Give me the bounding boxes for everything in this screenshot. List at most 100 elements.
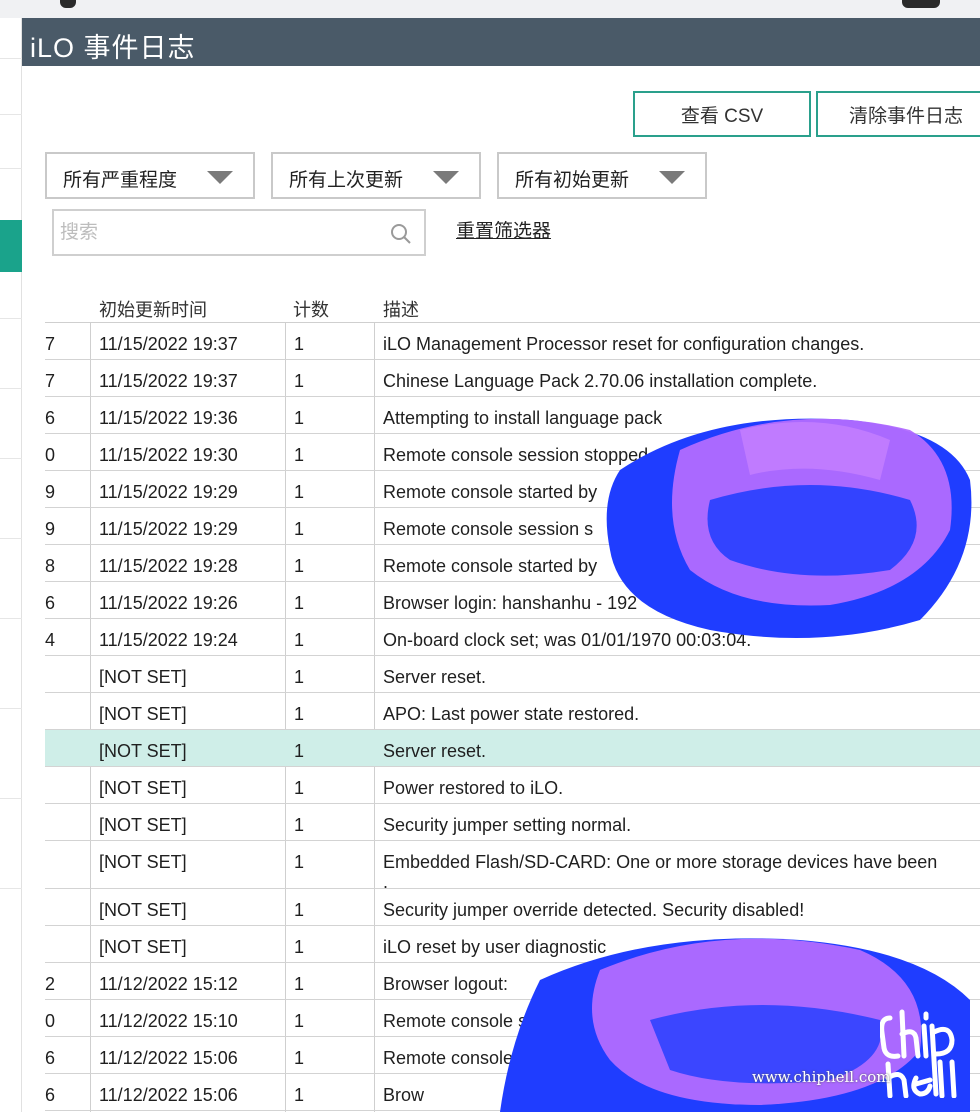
view-csv-button[interactable]: 查看 CSV — [633, 91, 811, 137]
column-header-initial-update[interactable]: 初始更新时间 — [99, 296, 207, 322]
column-header-count[interactable]: 计数 — [293, 296, 329, 322]
clear-event-log-button[interactable]: 清除事件日志 — [816, 91, 980, 137]
count-cell: 1 — [294, 852, 305, 872]
page-titlebar: iLO 事件日志 — [22, 18, 980, 66]
table-row[interactable]: [NOT SET] 1 APO: Last power state restored… — [45, 693, 980, 730]
count-cell: 1 — [294, 704, 305, 724]
description-cell: Remote console started — [383, 1048, 574, 1068]
row-id-cell: 6 — [45, 1085, 56, 1105]
description-cell: Browser logout: — [383, 974, 509, 994]
description-cell: Security jumper override detected. Secur… — [383, 900, 805, 920]
table-row[interactable]: [NOT SET] 1 Server reset. — [45, 656, 980, 693]
count-cell: 1 — [294, 741, 305, 761]
table-row[interactable]: [NOT SET] 1 iLO reset by user diagnostic — [45, 926, 980, 963]
initial-update-cell: 11/12/2022 15:12 — [99, 974, 238, 994]
top-edge-mark — [902, 0, 940, 8]
row-id-cell: 7 — [45, 371, 56, 391]
dropdown-arrow-icon — [207, 171, 233, 184]
table-row[interactable]: 2 11/12/2022 15:12 1 Browser logout: — [45, 963, 980, 1000]
search-box — [52, 209, 426, 256]
table-row[interactable]: 9 11/15/2022 19:29 1 Remote console started… — [45, 471, 980, 508]
initial-update-cell: 11/15/2022 19:37 — [99, 371, 238, 391]
table-row[interactable]: 6 11/15/2022 19:26 1 Browser login: hanshan… — [45, 582, 980, 619]
reset-filters-link[interactable]: 重置筛选器 — [456, 216, 551, 243]
description-cell: Chinese Language Pack 2.70.06 installati… — [383, 371, 818, 391]
table-row[interactable]: [NOT SET] 1 Embedded Flash/SD-CARD: One or… — [45, 841, 980, 892]
severity-filter-label: 所有严重程度 — [63, 170, 178, 191]
column-header-description[interactable]: 描述 — [383, 296, 419, 322]
table-row[interactable]: 7 11/15/2022 19:37 1 Chinese Language Pack … — [45, 360, 980, 397]
table-row[interactable]: 9 11/15/2022 19:29 1 Remote console session… — [45, 508, 980, 545]
initial-update-cell: [NOT SET] — [99, 900, 187, 920]
description-cell: Security jumper setting normal. — [383, 815, 632, 835]
dropdown-arrow-icon — [659, 171, 685, 184]
table-row[interactable]: 0 11/15/2022 19:30 1 Remote console session… — [45, 434, 980, 471]
description-cell: Remote console started by — [383, 482, 598, 502]
description-cell: iLO Management Processor reset for confi… — [383, 334, 865, 354]
initial-update-cell: 11/15/2022 19:26 — [99, 593, 238, 613]
table-row[interactable]: 7 11/15/2022 19:37 1 iLO Management Process… — [45, 323, 980, 360]
description-cell: Remote console session stopped — [383, 445, 649, 465]
row-id-cell: 0 — [45, 445, 56, 465]
table-row[interactable]: [NOT SET] 1 Security jumper override detec… — [45, 889, 980, 926]
dropdown-arrow-icon — [433, 171, 459, 184]
table-row[interactable]: [NOT SET] 1 Security jumper setting normal… — [45, 804, 980, 841]
rail-divider — [0, 388, 22, 389]
description-cell: iLO reset by user diagnostic — [383, 937, 607, 957]
row-id-cell: 0 — [45, 1011, 56, 1031]
description-cell: Attempting to install language pack — [383, 408, 663, 428]
table-row[interactable]: 4 11/15/2022 19:24 1 On-board clock set; wa… — [45, 619, 980, 656]
count-cell: 1 — [294, 445, 305, 465]
table-row[interactable]: 0 11/12/2022 15:10 1 Remote console sessi — [45, 1000, 980, 1037]
search-icon[interactable] — [388, 221, 414, 247]
table-row[interactable]: 8 11/15/2022 19:28 1 Remote console started… — [45, 545, 980, 582]
description-cell: Remote console session s — [383, 519, 594, 539]
row-id-cell: 4 — [45, 630, 56, 650]
event-log-table: 7 11/15/2022 19:37 1 iLO Management Process… — [45, 322, 980, 1111]
table-row[interactable]: 6 11/15/2022 19:36 1 Attempting to install … — [45, 397, 980, 434]
rail-divider — [0, 168, 22, 169]
initial-update-cell: [NOT SET] — [99, 852, 187, 872]
count-cell: 1 — [294, 371, 305, 391]
search-input[interactable] — [60, 219, 380, 247]
count-cell: 1 — [294, 519, 305, 539]
count-cell: 1 — [294, 778, 305, 798]
table-header: 初始更新时间 计数 描述 — [0, 296, 980, 322]
severity-filter-dropdown[interactable]: 所有严重程度 — [45, 152, 255, 199]
browser-top-strip — [0, 0, 980, 18]
rail-divider — [0, 708, 22, 709]
initial-update-cell: 11/12/2022 15:06 — [99, 1048, 238, 1068]
count-cell: 1 — [294, 408, 305, 428]
row-id-cell: 6 — [45, 593, 56, 613]
description-cell: Server reset. — [383, 741, 487, 761]
initial-update-cell: 11/12/2022 15:10 — [99, 1011, 238, 1031]
table-row[interactable]: [NOT SET] 1 Power restored to iLO. — [45, 767, 980, 804]
count-cell: 1 — [294, 815, 305, 835]
table-row[interactable]: [NOT SET] 1 Server reset. — [45, 730, 980, 767]
last-update-filter-label: 所有上次更新 — [289, 170, 404, 191]
description-cell: Server reset. — [383, 667, 487, 687]
rail-divider — [0, 458, 22, 459]
rail-selected-item[interactable] — [0, 220, 22, 272]
description-cell: APO: Last power state restored. — [383, 704, 640, 724]
row-id-cell: 9 — [45, 482, 56, 502]
row-id-cell: 7 — [45, 334, 56, 354]
initial-update-cell: 11/15/2022 19:37 — [99, 334, 238, 354]
count-cell: 1 — [294, 1048, 305, 1068]
initial-update-cell: [NOT SET] — [99, 704, 187, 724]
last-update-filter-dropdown[interactable]: 所有上次更新 — [271, 152, 481, 199]
watermark-url: www.chiphell.com — [752, 1068, 891, 1086]
count-cell: 1 — [294, 1011, 305, 1031]
rail-divider — [0, 888, 22, 889]
count-cell: 1 — [294, 630, 305, 650]
initial-update-cell: [NOT SET] — [99, 667, 187, 687]
initial-update-cell: 11/15/2022 19:24 — [99, 630, 238, 650]
count-cell: 1 — [294, 667, 305, 687]
initial-update-cell: 11/15/2022 19:29 — [99, 482, 238, 502]
initial-update-cell: [NOT SET] — [99, 778, 187, 798]
initial-update-cell: [NOT SET] — [99, 815, 187, 835]
rail-divider — [0, 798, 22, 799]
description-cell: Remote console started by — [383, 556, 598, 576]
initial-update-cell: 11/15/2022 19:28 — [99, 556, 238, 576]
initial-update-filter-dropdown[interactable]: 所有初始更新 — [497, 152, 707, 199]
